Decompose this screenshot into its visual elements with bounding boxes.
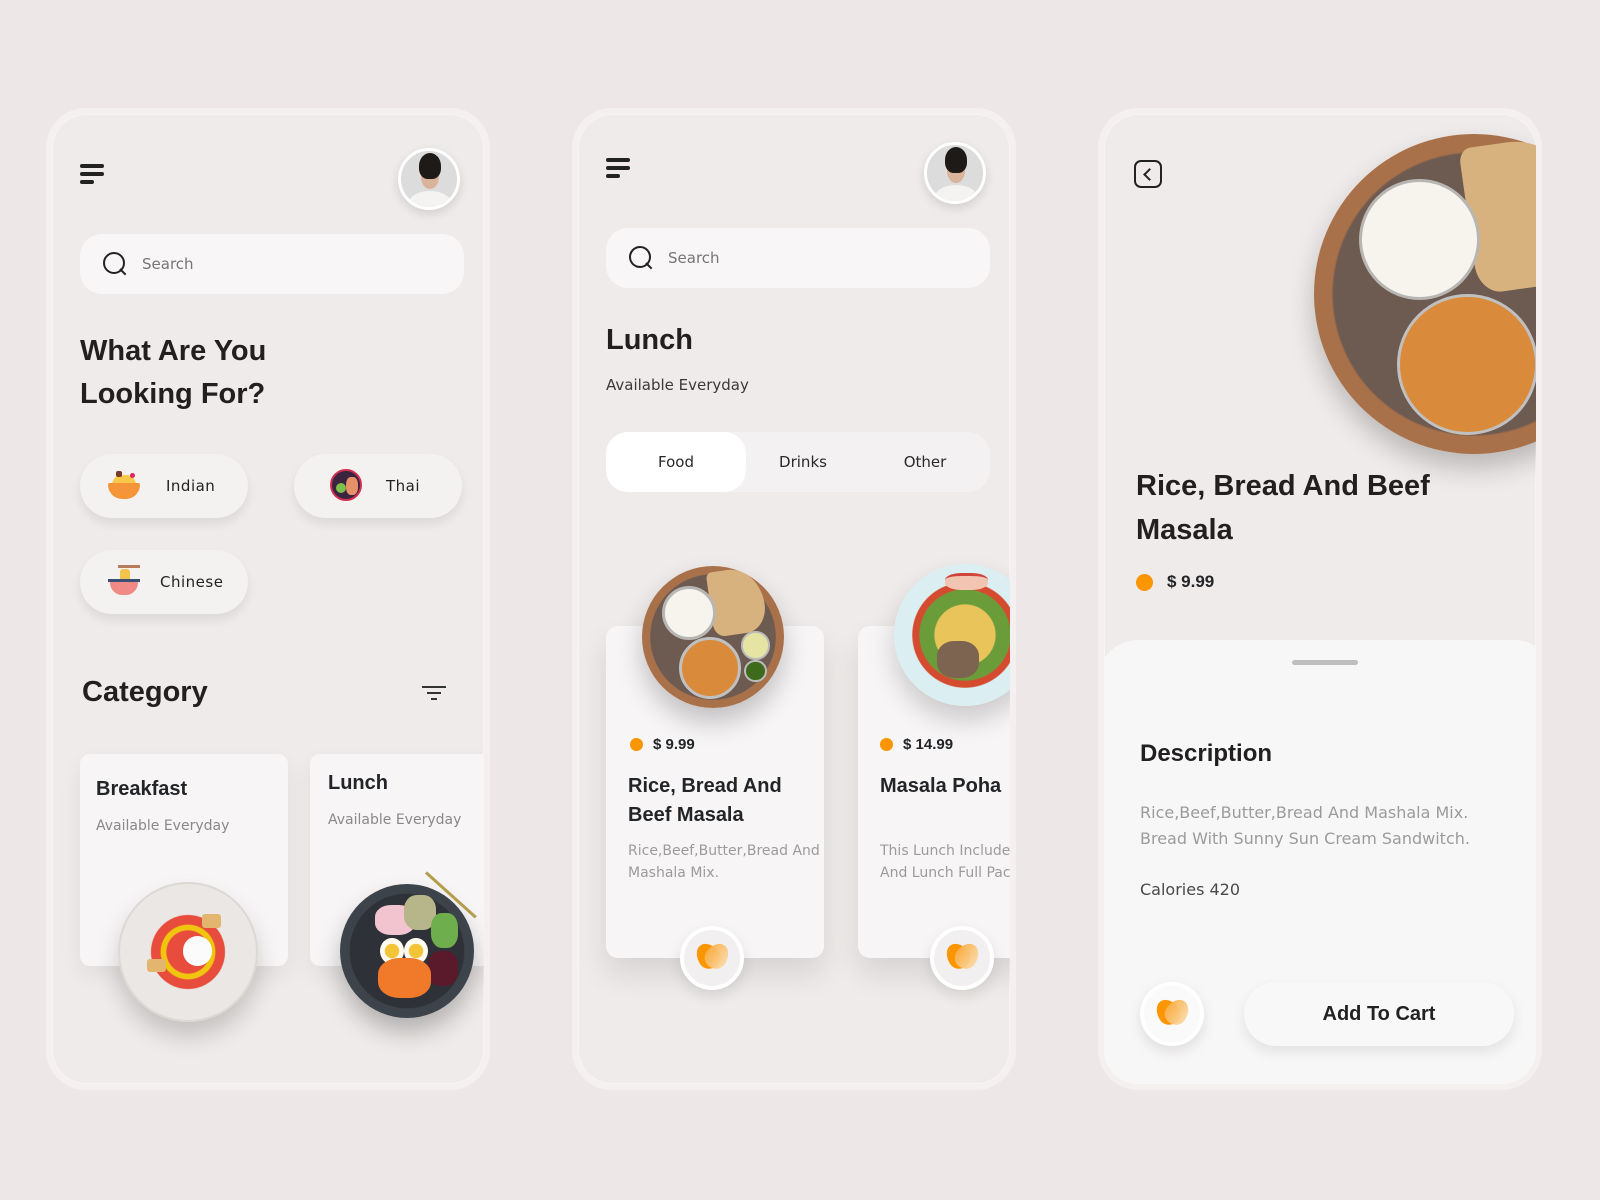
description-heading: Description: [1140, 740, 1273, 767]
home-screen: What Are You Looking For? Indian Thai Ch…: [46, 108, 490, 1090]
item-title-line-2: Beef Masala: [628, 804, 744, 826]
category-subtitle: Available Everyday: [96, 818, 230, 834]
thai-plate-icon: [330, 469, 364, 503]
description-text: Rice,Beef,Butter,Bread And Mashala Mix. …: [1140, 800, 1470, 852]
add-to-cart-button[interactable]: Add To Cart: [1244, 982, 1514, 1046]
cuisine-chinese[interactable]: Chinese: [80, 550, 248, 614]
page-title: Lunch: [606, 324, 693, 356]
calories-label: Calories 420: [1140, 880, 1241, 899]
category-subtitle: Available Everyday: [328, 812, 462, 828]
filter-icon[interactable]: [422, 686, 448, 702]
category-heading: Category: [82, 676, 208, 708]
favorite-button[interactable]: [1140, 982, 1204, 1046]
search-input[interactable]: [142, 255, 392, 273]
item-title-line-2: Masala: [1136, 514, 1233, 546]
cuisine-thai[interactable]: Thai: [294, 454, 462, 518]
item-title: Rice, Bread And Beef Masala: [628, 772, 782, 830]
search-input[interactable]: [668, 249, 918, 267]
rice-bread-beef-masala-image: [642, 565, 784, 708]
back-button[interactable]: [1134, 160, 1162, 188]
item-desc-line-2: Mashala Mix.: [628, 865, 720, 881]
page-subtitle: Available Everyday: [606, 376, 749, 394]
description-line-2: Bread With Sunny Sun Cream Sandwitch.: [1140, 829, 1470, 848]
indian-bowl-icon: [108, 469, 142, 503]
heart-icon: [1151, 995, 1194, 1029]
price-row: $ 14.99: [880, 736, 953, 753]
item-price: $ 9.99: [653, 736, 695, 753]
search-icon: [102, 251, 128, 277]
noodle-bowl-icon: [108, 565, 142, 599]
price-dot-icon: [880, 738, 893, 751]
item-description: This Lunch Included And Lunch Full Pack: [880, 840, 1016, 884]
description-line-1: Rice,Beef,Butter,Bread And Mashala Mix.: [1140, 803, 1469, 822]
item-title-line-1: Masala Poha: [880, 775, 1002, 797]
cuisine-label: Thai: [386, 477, 421, 495]
lunch-menu-screen: Lunch Available Everyday Food Drinks Oth…: [572, 108, 1016, 1090]
favorite-button[interactable]: [930, 926, 994, 990]
item-title-line-1: Rice, Bread And: [628, 775, 782, 797]
rice-bread-beef-masala-hero-image: [1314, 132, 1536, 454]
avatar[interactable]: [398, 148, 460, 210]
menu-icon[interactable]: [80, 164, 106, 186]
cuisine-label: Indian: [166, 477, 216, 495]
category-title: Breakfast: [96, 778, 188, 800]
item-desc-line-1: This Lunch Included: [880, 843, 1016, 859]
search-icon: [628, 245, 654, 271]
category-title: Lunch: [328, 772, 388, 794]
cuisine-label: Chinese: [160, 573, 224, 591]
price-dot-icon: [1136, 573, 1153, 591]
item-title-line-1: Rice, Bread And Beef: [1136, 470, 1430, 502]
item-title: Masala Poha: [880, 772, 1001, 801]
item-description: Rice,Beef,Butter,Bread And Mashala Mix.: [628, 840, 820, 884]
drag-handle[interactable]: [1292, 660, 1358, 665]
tab-bar: Food Drinks Other: [606, 432, 990, 492]
price-row: $ 9.99: [630, 736, 695, 753]
item-price: $ 14.99: [903, 736, 954, 753]
tab-other[interactable]: Other: [860, 432, 990, 492]
tab-food[interactable]: Food: [606, 432, 746, 492]
price-row: $ 9.99: [1136, 572, 1214, 592]
headline-line-2: Looking For?: [80, 378, 266, 410]
lunch-poke-bowl-image: [340, 870, 477, 1018]
breakfast-salad-image: [118, 882, 258, 1022]
item-title: Rice, Bread And Beef Masala: [1136, 464, 1430, 552]
heart-icon: [941, 939, 984, 973]
menu-icon[interactable]: [606, 158, 632, 180]
item-desc-line-2: And Lunch Full Pack: [880, 865, 1016, 881]
headline-line-1: What Are You: [80, 335, 267, 367]
detail-sheet: Description Rice,Beef,Butter,Bread And M…: [1104, 640, 1536, 1084]
avatar[interactable]: [924, 142, 986, 204]
item-price: $ 9.99: [1167, 572, 1215, 591]
search-bar[interactable]: [80, 234, 464, 294]
cuisine-indian[interactable]: Indian: [80, 454, 248, 518]
item-desc-line-1: Rice,Beef,Butter,Bread And: [628, 843, 820, 859]
page-headline: What Are You Looking For?: [80, 330, 266, 416]
search-bar[interactable]: [606, 228, 990, 288]
item-detail-screen: Rice, Bread And Beef Masala $ 9.99 Descr…: [1098, 108, 1542, 1090]
price-dot-icon: [630, 738, 643, 751]
favorite-button[interactable]: [680, 926, 744, 990]
heart-icon: [691, 939, 734, 973]
tab-drinks[interactable]: Drinks: [746, 432, 860, 492]
